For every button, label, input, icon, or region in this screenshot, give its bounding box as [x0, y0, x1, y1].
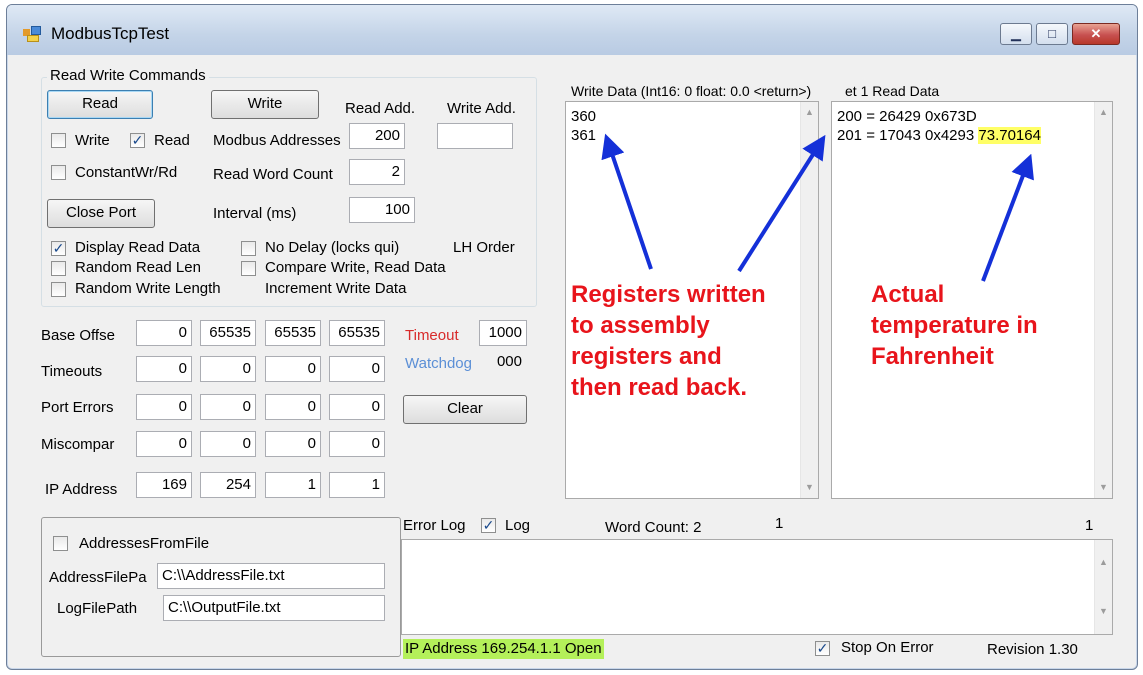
client-area: Read Write Commands Read Write Read Add.… — [15, 55, 1129, 661]
error-log-box[interactable]: ▲ ▼ — [401, 539, 1113, 635]
stop-on-error-checkbox[interactable]: ✓ — [815, 641, 830, 656]
ip-status-label: IP Address 169.254.1.1 Open — [403, 639, 604, 659]
arrow-to-write-data — [601, 133, 653, 270]
count-b-label: 1 — [1085, 517, 1094, 534]
minimize-button[interactable]: ▁ — [1000, 23, 1032, 45]
error-log-scrollbar[interactable]: ▲ ▼ — [1094, 540, 1112, 634]
log-label: Log — [505, 517, 531, 534]
error-log-checkbox[interactable]: ✓ — [481, 518, 496, 533]
window-title: ModbusTcpTest — [51, 24, 170, 43]
revision-label: Revision 1.30 — [987, 641, 1078, 658]
stop-on-error-label: Stop On Error — [841, 639, 934, 656]
arrow-to-read-data — [737, 134, 826, 273]
error-log-label: Error Log — [403, 517, 466, 534]
app-icon — [23, 26, 41, 42]
arrow-to-temperature — [981, 153, 1034, 282]
scroll-up-arrow-icon[interactable]: ▲ — [1095, 554, 1112, 571]
maximize-button[interactable]: □ — [1036, 23, 1068, 45]
scroll-down-arrow-icon[interactable]: ▼ — [1095, 603, 1112, 620]
word-count-label: Word Count: 2 — [605, 519, 702, 536]
title-bar[interactable]: ModbusTcpTest ▁ □ ✕ — [7, 5, 1137, 55]
close-button[interactable]: ✕ — [1072, 23, 1120, 45]
main-window: ModbusTcpTest ▁ □ ✕ Read Write Commands … — [6, 4, 1138, 670]
count-a-label: 1 — [775, 515, 784, 532]
